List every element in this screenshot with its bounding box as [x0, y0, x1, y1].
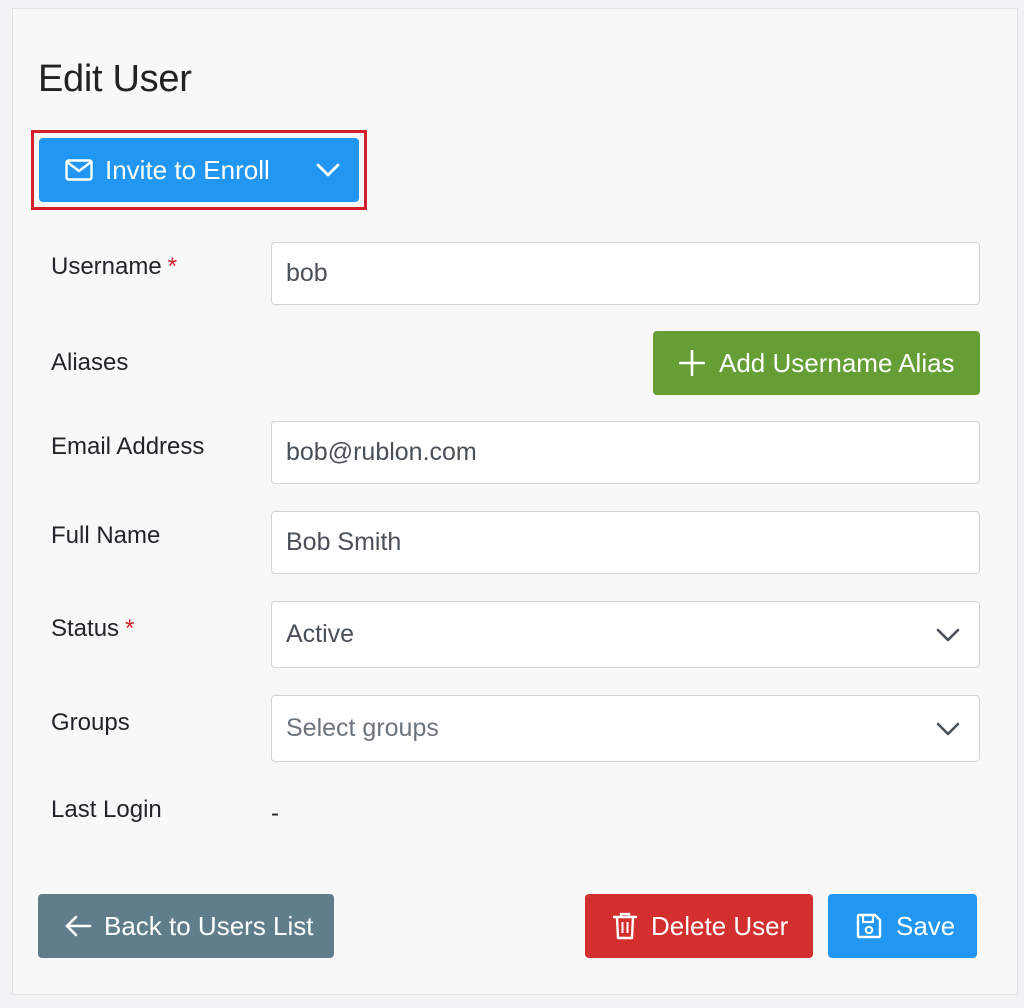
invite-to-enroll-label: Invite to Enroll [105, 154, 270, 185]
floppy-disk-icon [856, 913, 882, 939]
chevron-down-icon [936, 722, 960, 735]
required-marker: * [125, 615, 135, 642]
invite-to-enroll-button[interactable]: Invite to Enroll [39, 138, 359, 202]
username-value: bob [286, 259, 328, 287]
status-select[interactable]: Active [271, 601, 980, 668]
username-label: Username * [51, 253, 177, 281]
groups-placeholder: Select groups [286, 714, 439, 742]
delete-user-button[interactable]: Delete User [585, 894, 813, 958]
status-selected-value: Active [286, 620, 355, 648]
required-marker: * [167, 253, 178, 280]
trash-icon [613, 912, 637, 940]
username-input[interactable]: bob [271, 242, 980, 305]
full-name-label: Full Name [51, 522, 161, 549]
plus-icon [679, 350, 705, 376]
status-label: Status * [51, 615, 134, 643]
email-field[interactable]: bob@rublon.com [271, 421, 980, 484]
delete-user-label: Delete User [651, 910, 789, 941]
groups-select[interactable]: Select groups [271, 695, 980, 762]
aliases-label: Aliases [51, 349, 129, 376]
email-value: bob@rublon.com [286, 438, 477, 466]
envelope-icon [65, 159, 93, 181]
arrow-left-icon [65, 915, 92, 937]
last-login-label: Last Login [51, 796, 162, 823]
groups-label: Groups [51, 709, 130, 736]
last-login-value: - [271, 800, 279, 827]
add-username-alias-label: Add Username Alias [719, 347, 955, 378]
add-username-alias-button[interactable]: Add Username Alias [653, 331, 980, 395]
email-label: Email Address [51, 433, 205, 460]
chevron-down-icon[interactable] [315, 158, 341, 182]
save-label: Save [896, 910, 956, 941]
full-name-field[interactable]: Bob Smith [271, 511, 980, 574]
back-to-users-list-label: Back to Users List [104, 910, 314, 941]
back-to-users-list-button[interactable]: Back to Users List [38, 894, 334, 958]
page-title: Edit User [38, 58, 192, 100]
full-name-value: Bob Smith [286, 528, 402, 556]
chevron-down-icon [936, 628, 960, 641]
username-label-text: Username [51, 253, 162, 280]
save-button[interactable]: Save [828, 894, 977, 958]
status-label-text: Status [51, 615, 120, 642]
